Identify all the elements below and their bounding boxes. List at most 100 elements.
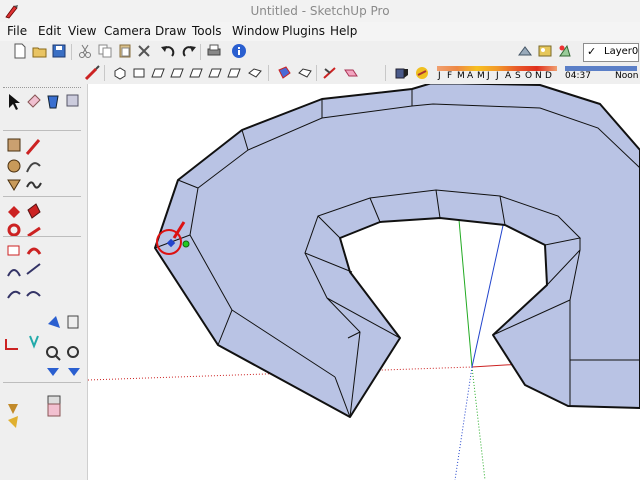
print-icon[interactable]	[206, 43, 222, 59]
month-label: F	[447, 71, 453, 81]
menu-camera[interactable]: Camera	[104, 24, 151, 38]
open-icon[interactable]	[32, 43, 48, 59]
drawing-canvas[interactable]	[88, 84, 640, 480]
menu-tools[interactable]: Tools	[192, 24, 222, 38]
time-noon-label: Noon	[615, 71, 639, 81]
green-axis-negative	[471, 366, 486, 480]
circle-icon	[7, 159, 21, 173]
top-view-icon[interactable]	[131, 65, 147, 81]
wireframe-icon[interactable]	[276, 65, 292, 81]
menu-view[interactable]: View	[68, 24, 96, 38]
left-view-icon[interactable]	[207, 65, 223, 81]
section-plane-icon[interactable]	[84, 65, 100, 81]
freehand-icon	[26, 181, 42, 189]
paste-icon[interactable]	[117, 43, 133, 59]
month-label: O	[525, 71, 533, 81]
erase-icon[interactable]	[136, 43, 152, 59]
copy-icon[interactable]	[97, 43, 113, 59]
toolbar-separator	[316, 65, 317, 81]
dimension-icon	[26, 263, 41, 275]
shadow-date-slider[interactable]: J F M A M J J A S O N D	[437, 66, 557, 82]
zoom-extents-icon	[47, 368, 59, 376]
eraser-icon	[27, 94, 41, 108]
offset-icon	[26, 247, 42, 255]
paint-bucket-icon	[47, 95, 59, 109]
arc-icon	[26, 162, 41, 173]
fog-icon[interactable]	[414, 65, 430, 81]
menu-help[interactable]: Help	[330, 24, 357, 38]
toolbar-separator	[385, 65, 386, 81]
photo-textures-icon[interactable]	[537, 43, 553, 59]
menu-edit[interactable]: Edit	[38, 24, 61, 38]
menu-plugins[interactable]: Plugins	[282, 24, 325, 38]
inference-endpoint	[182, 240, 190, 248]
shaded-texture-icon[interactable]	[343, 65, 359, 81]
month-label: M	[457, 71, 465, 81]
previous-view-icon	[68, 368, 80, 376]
zoom-window-icon	[67, 346, 79, 358]
component-icon	[66, 94, 79, 107]
protractor-icon	[7, 290, 21, 299]
line-icon	[25, 139, 41, 155]
rectangle-icon	[7, 138, 21, 152]
scale-icon	[7, 245, 20, 256]
move-icon	[8, 206, 20, 218]
window-title: Untitled - SketchUp Pro	[250, 4, 390, 18]
month-label: D	[545, 71, 552, 81]
month-label: A	[467, 71, 474, 81]
sandbox-icon[interactable]	[517, 43, 533, 59]
toolbar-separator	[71, 44, 72, 60]
model-info-icon[interactable]	[231, 43, 247, 59]
zoom-icon	[46, 346, 61, 361]
followme-icon	[27, 226, 41, 238]
shaded-icon[interactable]	[322, 65, 338, 81]
tape-measure-icon	[7, 269, 21, 277]
toolbar-separator	[104, 65, 105, 81]
month-label: S	[515, 71, 521, 81]
pushpull-icon	[27, 203, 41, 219]
back-view-icon[interactable]	[188, 65, 204, 81]
section-icon	[47, 403, 61, 417]
cut-icon[interactable]	[77, 43, 93, 59]
menu-file[interactable]: File	[7, 24, 27, 38]
pan-icon	[67, 315, 79, 329]
walk-icon	[8, 404, 18, 414]
layer-name: Layer0	[604, 46, 639, 57]
axes-icon	[5, 339, 18, 350]
right-view-icon[interactable]	[169, 65, 185, 81]
horseshoe-face[interactable]	[154, 84, 640, 418]
orbit-icon	[48, 316, 60, 328]
bottom-view-icon[interactable]	[226, 65, 242, 81]
title-bar: Untitled - SketchUp Pro	[0, 0, 640, 23]
standard-toolbar	[0, 41, 640, 63]
rotate-icon	[7, 223, 21, 237]
month-label: J	[438, 71, 441, 81]
redo-icon[interactable]	[181, 43, 197, 59]
xray-icon[interactable]	[247, 65, 263, 81]
month-label: J	[496, 71, 499, 81]
toolbar-separator	[200, 44, 201, 60]
blue-axis-negative	[454, 366, 473, 480]
add-location-icon[interactable]	[557, 43, 573, 59]
layer-visible-check[interactable]: ✓	[587, 45, 596, 58]
polygon-icon	[7, 179, 21, 191]
new-file-icon[interactable]	[12, 43, 28, 59]
time-start-label: 04:37	[565, 71, 591, 81]
hidden-line-icon[interactable]	[297, 65, 313, 81]
shadow-time-slider[interactable]: 04:37 Noon	[565, 66, 639, 82]
look-around-icon	[8, 416, 18, 428]
shadows-icon[interactable]	[393, 65, 409, 81]
toolbar-separator	[268, 65, 269, 81]
front-view-icon[interactable]	[150, 65, 166, 81]
iso-view-icon[interactable]	[112, 65, 128, 81]
save-icon[interactable]	[51, 43, 67, 59]
month-label: N	[535, 71, 542, 81]
month-label: M	[477, 71, 485, 81]
select-icon	[9, 94, 20, 110]
menu-bar: File Edit View Camera Draw Tools Window …	[0, 22, 640, 41]
month-label: A	[505, 71, 512, 81]
layer-selector[interactable]: ✓ Layer0	[583, 43, 639, 62]
menu-draw[interactable]: Draw	[155, 24, 186, 38]
undo-icon[interactable]	[160, 43, 176, 59]
menu-window[interactable]: Window	[232, 24, 279, 38]
